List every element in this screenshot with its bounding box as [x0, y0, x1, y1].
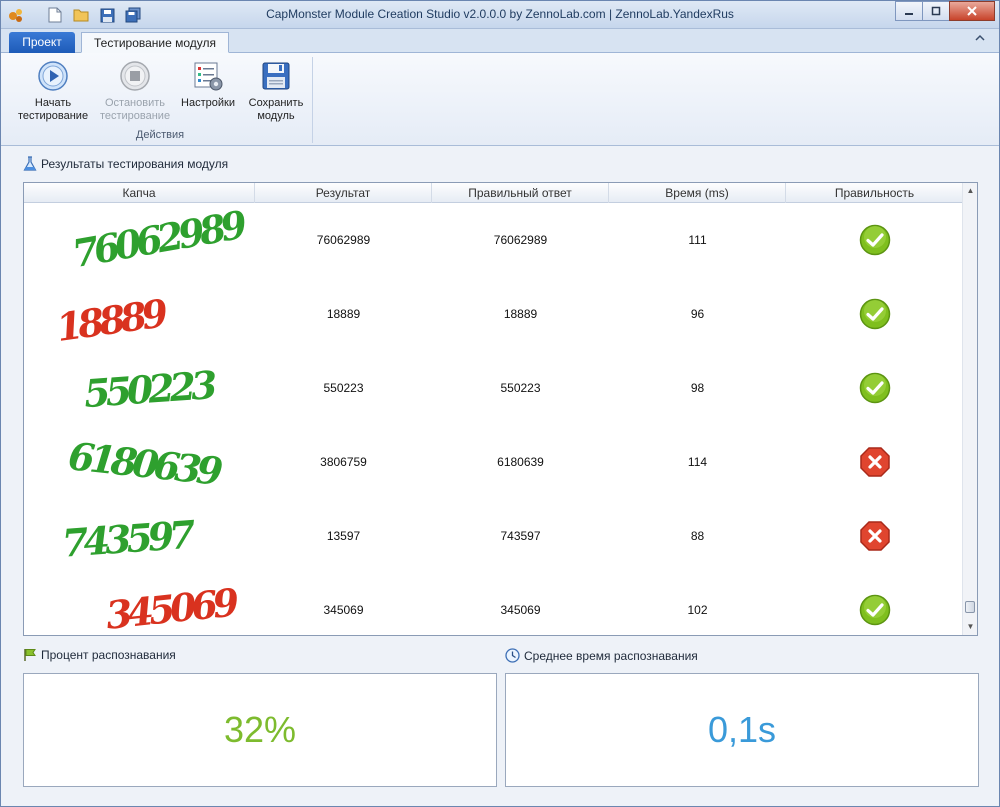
window-title: CapMonster Module Creation Studio v2.0.0…: [266, 7, 734, 21]
ribbon-group-label: Действия: [135, 129, 185, 141]
ribbon-panel: Начать тестирование Остановить тестирова…: [1, 53, 999, 146]
cell-answer: 76062989: [493, 233, 548, 247]
floppy-icon: [259, 59, 293, 93]
correct-check-icon: [786, 372, 964, 404]
stop-testing-label-2: тестирование: [99, 110, 171, 122]
scrollbar-thumb[interactable]: [965, 601, 975, 613]
title-bar: CapMonster Module Creation Studio v2.0.0…: [1, 1, 999, 29]
settings-button[interactable]: Настройки: [177, 57, 239, 110]
scroll-down-icon[interactable]: ▼: [963, 619, 977, 635]
column-header-result[interactable]: Результат: [255, 183, 432, 203]
captcha-image: 743597: [24, 499, 255, 573]
save-module-button[interactable]: Сохранить модуль: [241, 57, 311, 123]
cell-result: 13597: [326, 529, 361, 543]
ribbon-group-actions: Начать тестирование Остановить тестирова…: [7, 57, 313, 143]
recognition-rate-title: Процент распознавания: [23, 648, 176, 662]
captcha-text: 76062989: [69, 203, 250, 276]
ribbon-tabs: Проект Тестирование модуля: [1, 29, 999, 53]
captcha-image: 345069: [24, 573, 255, 636]
cell-time: 88: [690, 529, 705, 543]
close-icon: [967, 6, 977, 16]
captcha-text: 18889: [54, 290, 171, 350]
recognition-rate-value: 32%: [223, 709, 297, 750]
avg-time-label: Среднее время распознавания: [524, 648, 698, 663]
scroll-up-icon[interactable]: ▲: [963, 183, 977, 199]
captcha-image: 76062989: [24, 203, 255, 277]
settings-label: Настройки: [181, 97, 235, 109]
cell-result: 3806759: [320, 455, 367, 469]
avg-time-panel: 0,1s: [505, 673, 979, 787]
cell-result: 345069: [323, 603, 364, 617]
stop-testing-label-1: Остановить: [104, 97, 166, 109]
column-header-correctness[interactable]: Правильность: [786, 183, 964, 203]
table-row[interactable]: 743597 13597 743597 88: [24, 499, 964, 573]
cell-answer: 550223: [500, 381, 541, 395]
table-body: 76062989 76062989 76062989 111 18889 18889 188…: [24, 203, 964, 636]
results-title-text: Результаты тестирования модуля: [41, 157, 229, 171]
stop-testing-button[interactable]: Остановить тестирование: [95, 57, 175, 123]
window-controls: [895, 1, 995, 21]
vertical-scrollbar[interactable]: ▲ ▼: [962, 183, 977, 635]
column-header-correct-answer[interactable]: Правильный ответ: [432, 183, 609, 203]
correct-check-icon: [786, 298, 964, 330]
captcha-text: 6180639: [66, 433, 224, 494]
table-row[interactable]: 18889 18889 18889 96: [24, 277, 964, 351]
minimize-button[interactable]: [895, 1, 923, 21]
avg-time-value: 0,1s: [707, 709, 777, 750]
captcha-image: 18889: [24, 277, 255, 351]
incorrect-cross-icon: [786, 520, 964, 552]
close-button[interactable]: [949, 1, 995, 21]
table-row[interactable]: 345069 345069 345069 102: [24, 573, 964, 636]
incorrect-cross-icon: [786, 446, 964, 478]
cell-time: 114: [687, 455, 708, 469]
recognition-rate-panel: 32%: [23, 673, 497, 787]
cell-result: 76062989: [316, 233, 371, 247]
captcha-image: 550223: [24, 351, 255, 425]
results-section-title: Результаты тестирования модуля: [23, 156, 228, 172]
save-module-label-1: Сохранить: [248, 97, 304, 109]
cell-answer: 6180639: [497, 455, 544, 469]
start-testing-label-2: тестирование: [17, 110, 89, 122]
correct-check-icon: [786, 594, 964, 626]
table-row[interactable]: 6180639 3806759 6180639 114: [24, 425, 964, 499]
column-header-captcha[interactable]: Капча: [24, 183, 255, 203]
table-row[interactable]: 550223 550223 550223 98: [24, 351, 964, 425]
cell-time: 102: [687, 603, 708, 617]
cell-answer: 743597: [500, 529, 541, 543]
captcha-text: 345069: [104, 579, 241, 636]
minimize-icon: [905, 13, 913, 15]
avg-time-title: Среднее время распознавания: [505, 648, 698, 663]
save-module-label-2: модуль: [257, 110, 295, 122]
cell-answer: 345069: [500, 603, 541, 617]
tab-project[interactable]: Проект: [9, 32, 75, 53]
column-header-time[interactable]: Время (ms): [609, 183, 786, 203]
cell-time: 111: [688, 233, 707, 247]
flag-icon: [24, 649, 36, 661]
maximize-button[interactable]: [922, 1, 950, 21]
cell-result: 18889: [326, 307, 361, 321]
app-window: CapMonster Module Creation Studio v2.0.0…: [0, 0, 1000, 807]
clock-icon: [505, 648, 520, 663]
results-table[interactable]: Капча Результат Правильный ответ Время (…: [23, 182, 978, 636]
start-testing-button[interactable]: Начать тестирование: [13, 57, 93, 123]
cell-time: 98: [690, 381, 705, 395]
recognition-rate-label: Процент распознавания: [41, 648, 176, 662]
table-header: Капча Результат Правильный ответ Время (…: [24, 183, 964, 203]
tab-module-testing[interactable]: Тестирование модуля: [81, 32, 230, 53]
ribbon-collapse-icon[interactable]: [975, 33, 985, 45]
play-icon: [36, 59, 70, 93]
start-testing-label-1: Начать: [34, 97, 72, 109]
restore-icon: [931, 6, 941, 16]
table-row[interactable]: 76062989 76062989 76062989 111: [24, 203, 964, 277]
cell-answer: 18889: [503, 307, 538, 321]
stop-icon: [118, 59, 152, 93]
captcha-image: 6180639: [24, 425, 255, 499]
cell-result: 550223: [323, 381, 364, 395]
cell-time: 96: [690, 307, 705, 321]
flask-icon: [23, 156, 37, 171]
captcha-text: 743597: [61, 511, 197, 565]
settings-icon: [191, 59, 225, 93]
captcha-text: 550223: [82, 362, 217, 416]
correct-check-icon: [786, 224, 964, 256]
